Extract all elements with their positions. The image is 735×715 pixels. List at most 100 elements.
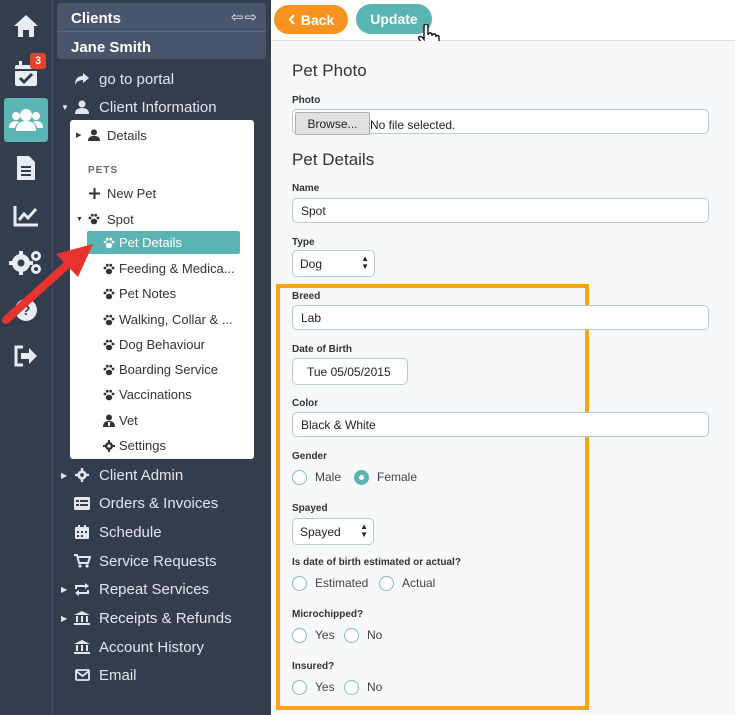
calendar-icon bbox=[71, 525, 93, 539]
user-icon bbox=[86, 129, 102, 141]
caret-right-icon: ▶ bbox=[76, 132, 82, 139]
pet-details-title: Pet Details bbox=[292, 150, 375, 169]
logout-icon bbox=[13, 345, 39, 367]
client-admin-item[interactable]: ▶ Client Admin bbox=[61, 464, 183, 486]
gear-icon bbox=[71, 468, 93, 482]
type-select[interactable]: Dog ▲ ▼ bbox=[292, 250, 375, 277]
repeat-icon bbox=[71, 582, 93, 596]
browse-button[interactable]: Browse... bbox=[295, 112, 370, 135]
breed-input[interactable]: Lab bbox=[292, 305, 709, 330]
sort-arrows-icon: ▲ ▼ bbox=[361, 254, 369, 271]
details-item[interactable]: ▶ Details bbox=[76, 125, 147, 145]
clients-title: Clients bbox=[71, 10, 122, 27]
red-annotation-arrow-icon bbox=[2, 244, 93, 324]
paw-icon bbox=[101, 364, 117, 376]
home-button[interactable] bbox=[4, 4, 48, 48]
radio-circle-icon bbox=[292, 679, 307, 695]
insured-no-radio[interactable]: No bbox=[344, 678, 382, 696]
no-file-text: No file selected. bbox=[370, 118, 456, 132]
caret-down-icon: ▼ bbox=[61, 102, 69, 112]
reports-button[interactable] bbox=[4, 194, 48, 238]
insured-label: Insured? bbox=[292, 661, 335, 672]
dob-estimated-radio[interactable]: Estimated bbox=[292, 574, 368, 592]
pet-photo-title: Pet Photo bbox=[292, 61, 367, 80]
paw-icon bbox=[101, 263, 117, 275]
breed-label: Breed bbox=[292, 291, 321, 302]
pet-details-item[interactable]: Pet Details bbox=[87, 231, 240, 254]
clients-icon bbox=[9, 107, 43, 133]
gender-male-radio[interactable]: Male bbox=[292, 468, 341, 486]
vet-item[interactable]: Vet bbox=[87, 409, 240, 432]
paw-icon bbox=[101, 389, 117, 401]
client-nav-arrows[interactable]: ⇦⇨ bbox=[231, 8, 258, 26]
gender-female-radio[interactable]: Female bbox=[354, 468, 417, 486]
photo-label: Photo bbox=[292, 95, 321, 106]
orders-invoices-item[interactable]: Orders & Invoices bbox=[61, 492, 218, 514]
client-name: Jane Smith bbox=[71, 39, 152, 56]
back-button[interactable]: Back bbox=[274, 5, 348, 34]
plus-icon bbox=[86, 187, 102, 199]
new-pet-item[interactable]: New Pet bbox=[76, 183, 156, 203]
gender-label: Gender bbox=[292, 451, 328, 462]
pet-notes-item[interactable]: Pet Notes bbox=[87, 282, 240, 305]
gear-icon bbox=[101, 439, 117, 452]
client-sidebar: Clients ⇦⇨ Jane Smith go to portal ▼ Cli… bbox=[52, 0, 271, 715]
radio-circle-icon bbox=[292, 575, 307, 591]
radio-circle-icon bbox=[292, 627, 307, 643]
icon-rail: 3 ? bbox=[0, 0, 52, 715]
client-information-item[interactable]: ▼ Client Information bbox=[61, 96, 217, 118]
microchipped-no-radio[interactable]: No bbox=[344, 626, 382, 644]
envelope-icon bbox=[71, 669, 93, 681]
radio-checked-icon bbox=[354, 469, 369, 485]
caret-right-icon: ▶ bbox=[61, 613, 68, 623]
calendar-button[interactable]: 3 bbox=[4, 52, 48, 96]
pet-settings-item[interactable]: Settings bbox=[87, 434, 240, 457]
walking-collar-item[interactable]: Walking, Collar & ... bbox=[87, 308, 240, 331]
type-label: Type bbox=[292, 237, 315, 248]
client-header: Clients ⇦⇨ Jane Smith bbox=[57, 3, 266, 59]
radio-circle-icon bbox=[379, 575, 394, 591]
dob-actual-radio[interactable]: Actual bbox=[379, 574, 435, 592]
home-icon bbox=[12, 13, 40, 39]
notification-badge: 3 bbox=[30, 53, 46, 69]
boarding-service-item[interactable]: Boarding Service bbox=[87, 358, 240, 381]
account-history-item[interactable]: Account History bbox=[61, 636, 204, 658]
bank-icon bbox=[71, 611, 93, 625]
spayed-select[interactable]: Spayed ▲ ▼ bbox=[292, 518, 374, 545]
microchipped-yes-radio[interactable]: Yes bbox=[292, 626, 335, 644]
schedule-item[interactable]: Schedule bbox=[61, 521, 162, 543]
radio-circle-icon bbox=[344, 627, 359, 643]
dob-input[interactable]: Tue 05/05/2015 bbox=[292, 358, 408, 385]
dog-behaviour-item[interactable]: Dog Behaviour bbox=[87, 333, 240, 356]
caret-right-icon: ▶ bbox=[61, 470, 68, 480]
documents-button[interactable] bbox=[4, 146, 48, 190]
clients-button[interactable] bbox=[4, 98, 48, 142]
service-requests-item[interactable]: Service Requests bbox=[61, 550, 217, 572]
sort-arrows-icon: ▲ ▼ bbox=[360, 522, 368, 539]
feeding-medication-item[interactable]: Feeding & Medica... bbox=[87, 257, 240, 280]
pet-spot-item[interactable]: ▼ Spot bbox=[76, 209, 134, 229]
chart-icon bbox=[13, 205, 39, 227]
repeat-services-item[interactable]: ▶ Repeat Services bbox=[61, 578, 209, 600]
email-item[interactable]: Email bbox=[61, 664, 137, 686]
radio-circle-icon bbox=[292, 469, 307, 485]
radio-circle-icon bbox=[344, 679, 359, 695]
vaccinations-item[interactable]: Vaccinations bbox=[87, 383, 240, 406]
logout-button[interactable] bbox=[4, 334, 48, 378]
microchipped-label: Microchipped? bbox=[292, 609, 364, 620]
share-icon bbox=[71, 72, 93, 86]
spayed-label: Spayed bbox=[292, 503, 328, 514]
color-input[interactable]: Black & White bbox=[292, 412, 709, 437]
dob-label: Date of Birth bbox=[292, 344, 352, 355]
receipts-refunds-item[interactable]: ▶ Receipts & Refunds bbox=[61, 607, 232, 629]
paw-icon bbox=[101, 288, 117, 300]
go-to-portal-link[interactable]: go to portal bbox=[61, 68, 174, 90]
paw-icon bbox=[101, 339, 117, 351]
user-icon bbox=[71, 100, 93, 114]
name-label: Name bbox=[292, 183, 320, 194]
pet-form: Pet Photo Photo Browse... No file select… bbox=[271, 41, 735, 715]
name-input[interactable]: Spot bbox=[292, 198, 709, 223]
doctor-icon bbox=[101, 414, 117, 427]
toolbar: Back Update bbox=[271, 0, 735, 50]
insured-yes-radio[interactable]: Yes bbox=[292, 678, 335, 696]
